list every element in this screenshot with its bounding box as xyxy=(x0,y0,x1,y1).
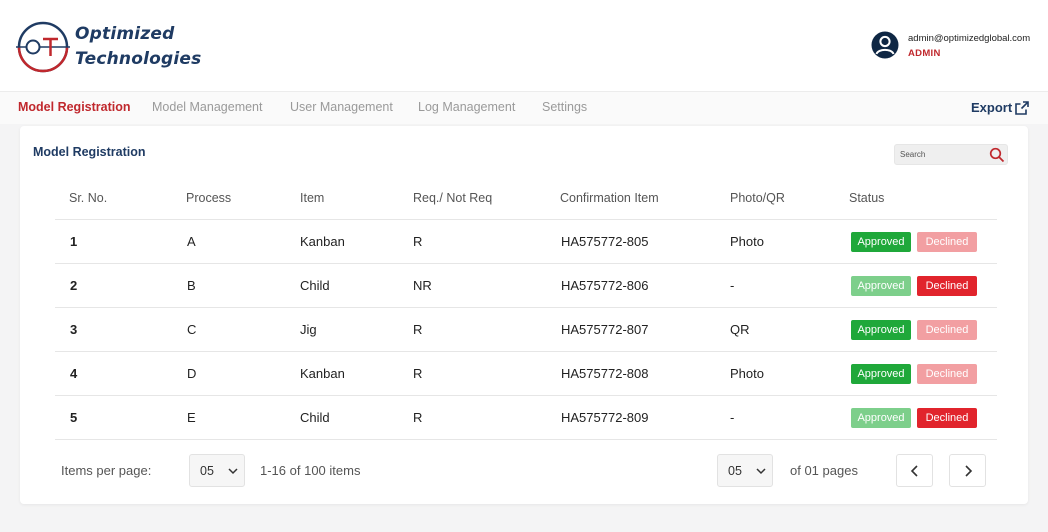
header-item: Item xyxy=(300,191,325,205)
declined-button[interactable]: Declined xyxy=(917,276,977,296)
cell-photo-qr: - xyxy=(730,278,735,293)
nav-log-management[interactable]: Log Management xyxy=(418,100,515,114)
header-confirmation-item: Confirmation Item xyxy=(560,191,659,205)
cell-confirmation-item: HA575772-809 xyxy=(561,410,649,425)
header-process: Process xyxy=(186,191,232,205)
pagination-bar: Items per page: 05 1-16 of 100 items 05 … xyxy=(20,444,1028,504)
nav-model-management[interactable]: Model Management xyxy=(152,100,262,114)
cell-photo-qr: Photo xyxy=(730,234,764,249)
header-req: Req./ Not Req xyxy=(413,191,493,205)
main-nav: Model Registration Model Management User… xyxy=(0,92,1048,124)
chevron-down-icon xyxy=(228,468,238,475)
items-per-page-select[interactable]: 05 xyxy=(189,454,245,487)
user-role: ADMIN xyxy=(908,48,941,59)
company-logo[interactable]: Optimized Technologies xyxy=(16,18,201,74)
cell-req: R xyxy=(413,366,423,381)
nav-user-management[interactable]: User Management xyxy=(290,100,393,114)
search-box[interactable] xyxy=(894,144,1008,165)
cell-process: A xyxy=(187,234,196,249)
table-row: 4 D Kanban R HA575772-808 Photo Approved Declin… xyxy=(55,352,997,396)
approved-button[interactable]: Approved xyxy=(851,364,911,384)
table-row: 1 A Kanban R HA575772-805 Photo Approved Declin… xyxy=(55,220,997,264)
table-header: Sr. No. Process Item Req./ Not Req Confi… xyxy=(55,179,997,220)
cell-req: R xyxy=(413,410,423,425)
cell-sr-no: 1 xyxy=(70,234,78,249)
page-title: Model Registration xyxy=(33,145,146,159)
items-range-text: 1-16 of 100 items xyxy=(260,463,361,478)
search-icon[interactable] xyxy=(989,147,1005,163)
cell-process: B xyxy=(187,278,196,293)
user-circle-icon xyxy=(871,31,899,59)
approved-button[interactable]: Approved xyxy=(851,276,911,296)
search-input[interactable] xyxy=(900,147,984,162)
chevron-down-icon xyxy=(756,468,766,475)
cell-process: C xyxy=(187,322,197,337)
next-page-button[interactable] xyxy=(949,454,986,487)
items-per-page-value: 05 xyxy=(200,464,214,478)
prev-page-button[interactable] xyxy=(896,454,933,487)
external-link-icon[interactable] xyxy=(1014,100,1030,116)
export-button[interactable]: Export xyxy=(971,100,1012,115)
cell-process: D xyxy=(187,366,197,381)
cell-sr-no: 5 xyxy=(70,410,78,425)
cell-item: Jig xyxy=(300,322,317,337)
model-registration-card: Model Registration Sr. No. Process Item … xyxy=(20,126,1028,504)
table-row: 2 B Child NR HA575772-806 - Approved Declined xyxy=(55,264,997,308)
pages-text: of 01 pages xyxy=(790,463,858,478)
nav-settings[interactable]: Settings xyxy=(542,100,587,114)
cell-photo-qr: Photo xyxy=(730,366,764,381)
top-bar: Optimized Technologies admin@optimizedgl… xyxy=(0,0,1048,92)
header-status: Status xyxy=(849,191,885,205)
cell-confirmation-item: HA575772-808 xyxy=(561,366,649,381)
chevron-right-icon xyxy=(965,465,973,477)
cell-sr-no: 3 xyxy=(70,322,78,337)
declined-button[interactable]: Declined xyxy=(917,320,977,340)
page-select-value: 05 xyxy=(728,464,742,478)
approved-button[interactable]: Approved xyxy=(851,408,911,428)
cell-sr-no: 2 xyxy=(70,278,78,293)
chevron-left-icon xyxy=(910,465,918,477)
company-name-line1: Optimized xyxy=(75,24,175,44)
nav-model-registration[interactable]: Model Registration xyxy=(18,100,131,114)
company-name: Optimized Technologies xyxy=(75,22,201,72)
page-select[interactable]: 05 xyxy=(717,454,773,487)
cell-confirmation-item: HA575772-806 xyxy=(561,278,649,293)
user-profile[interactable]: admin@optimizedglobal.com ADMIN xyxy=(870,30,1040,64)
cell-item: Kanban xyxy=(300,234,345,249)
header-photo-qr: Photo/QR xyxy=(730,191,785,205)
cell-req: R xyxy=(413,234,423,249)
declined-button[interactable]: Declined xyxy=(917,408,977,428)
cell-confirmation-item: HA575772-807 xyxy=(561,322,649,337)
header-sr-no: Sr. No. xyxy=(69,191,108,205)
approved-button[interactable]: Approved xyxy=(851,320,911,340)
cell-photo-qr: QR xyxy=(730,322,750,337)
approved-button[interactable]: Approved xyxy=(851,232,911,252)
cell-sr-no: 4 xyxy=(70,366,78,381)
items-per-page-label: Items per page: xyxy=(61,463,152,478)
cell-req: NR xyxy=(413,278,432,293)
table-row: 5 E Child R HA575772-809 - Approved Declined xyxy=(55,396,997,440)
company-name-line2: Technologies xyxy=(75,49,202,69)
ot-logo-mark-icon xyxy=(16,21,70,73)
cell-photo-qr: - xyxy=(730,410,735,425)
table-row: 3 C Jig R HA575772-807 QR Approved Declined xyxy=(55,308,997,352)
cell-item: Child xyxy=(300,278,330,293)
cell-req: R xyxy=(413,322,423,337)
cell-confirmation-item: HA575772-805 xyxy=(561,234,649,249)
cell-process: E xyxy=(187,410,196,425)
declined-button[interactable]: Declined xyxy=(917,364,977,384)
declined-button[interactable]: Declined xyxy=(917,232,977,252)
cell-item: Child xyxy=(300,410,330,425)
user-email: admin@optimizedglobal.com xyxy=(908,33,1031,44)
cell-item: Kanban xyxy=(300,366,345,381)
